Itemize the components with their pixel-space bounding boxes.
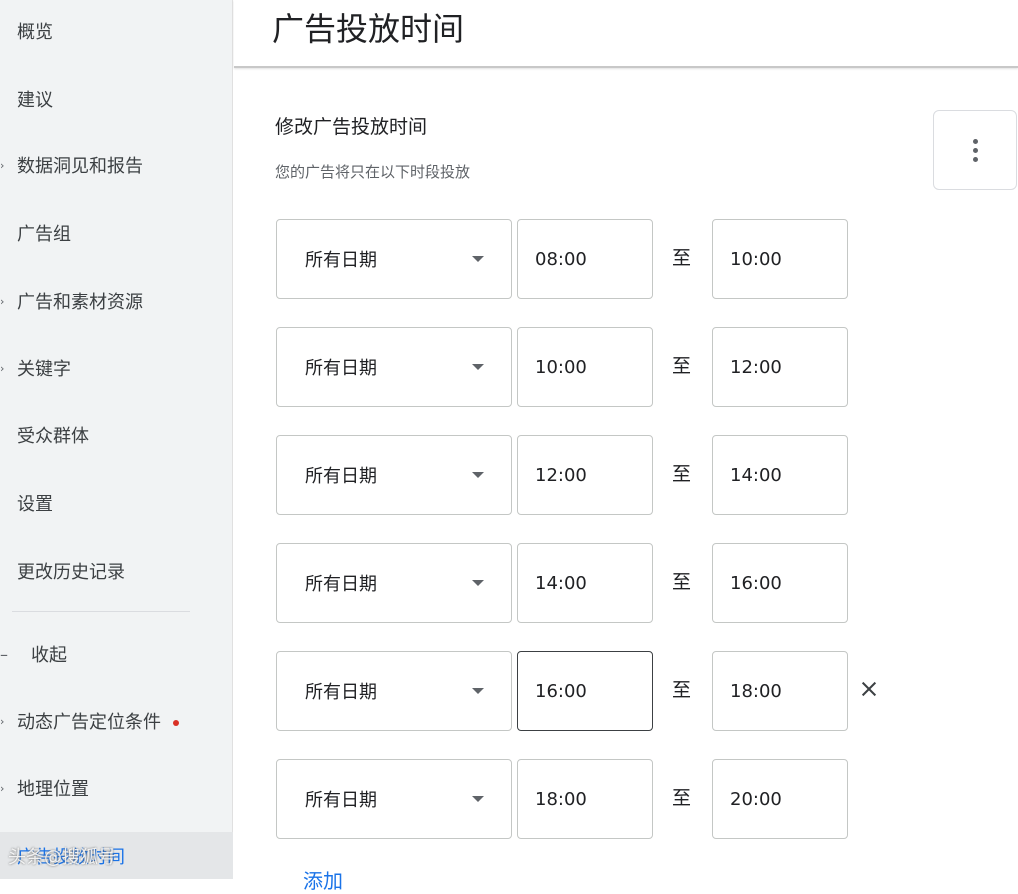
end-time-value: 18:00 xyxy=(730,680,782,702)
schedule-row: 所有日期 08:00 至 10:00 xyxy=(0,219,1018,299)
sidebar-item-ad-schedule[interactable]: 广告投放时间 xyxy=(0,832,233,879)
dropdown-arrow-icon xyxy=(472,688,484,694)
day-select-value: 所有日期 xyxy=(305,574,377,595)
end-time-field[interactable]: 20:00 xyxy=(712,759,848,839)
schedule-row: 所有日期 14:00 至 16:00 xyxy=(0,543,1018,623)
day-select-value: 所有日期 xyxy=(305,250,377,271)
end-time-value: 10:00 xyxy=(730,248,782,270)
to-label: 至 xyxy=(672,787,692,809)
start-time-field[interactable]: 16:00 xyxy=(517,651,653,731)
end-time-field[interactable]: 18:00 xyxy=(712,651,848,731)
dropdown-arrow-icon xyxy=(472,796,484,802)
day-select-value: 所有日期 xyxy=(305,466,377,487)
schedule-row: 所有日期 18:00 至 20:00 xyxy=(0,759,1018,839)
end-time-value: 14:00 xyxy=(730,464,782,486)
to-label: 至 xyxy=(672,355,692,377)
dropdown-arrow-icon xyxy=(472,580,484,586)
day-select[interactable]: 所有日期 xyxy=(276,543,512,623)
more-options-button[interactable] xyxy=(933,110,1017,190)
dropdown-arrow-icon xyxy=(472,472,484,478)
day-select[interactable]: 所有日期 xyxy=(276,219,512,299)
start-time-field[interactable]: 14:00 xyxy=(517,543,653,623)
dropdown-arrow-icon xyxy=(472,256,484,262)
schedule-row: 所有日期 10:00 至 12:00 xyxy=(0,327,1018,407)
start-time-field[interactable]: 10:00 xyxy=(517,327,653,407)
start-time-value: 08:00 xyxy=(535,248,587,270)
sidebar-item-label: 建议 xyxy=(17,90,53,111)
schedule-row: 所有日期 12:00 至 14:00 xyxy=(0,435,1018,515)
end-time-value: 16:00 xyxy=(730,572,782,594)
day-select-value: 所有日期 xyxy=(305,790,377,811)
chevron-right-icon: › xyxy=(0,158,5,172)
start-time-field[interactable]: 08:00 xyxy=(517,219,653,299)
end-time-value: 20:00 xyxy=(730,788,782,810)
day-select-value: 所有日期 xyxy=(305,682,377,703)
sidebar-item-recommendations[interactable]: 建议 xyxy=(0,79,233,119)
day-select[interactable]: 所有日期 xyxy=(276,651,512,731)
dropdown-arrow-icon xyxy=(472,364,484,370)
schedule-row: 所有日期 16:00 至 18:00 xyxy=(0,651,1018,731)
sidebar-item-label: 概览 xyxy=(17,22,53,43)
more-vert-icon xyxy=(972,138,978,162)
to-label: 至 xyxy=(672,679,692,701)
start-time-value: 18:00 xyxy=(535,788,587,810)
start-time-value: 10:00 xyxy=(535,356,587,378)
start-time-field[interactable]: 12:00 xyxy=(517,435,653,515)
day-select[interactable]: 所有日期 xyxy=(276,327,512,407)
sidebar-item-overview[interactable]: 概览 xyxy=(0,11,233,51)
sidebar-item-insights-reports[interactable]: › 数据洞见和报告 xyxy=(0,145,233,185)
start-time-value: 12:00 xyxy=(535,464,587,486)
add-time-slot-link[interactable]: 添加 xyxy=(303,865,343,894)
end-time-field[interactable]: 10:00 xyxy=(712,219,848,299)
start-time-value: 16:00 xyxy=(535,680,587,702)
end-time-field[interactable]: 12:00 xyxy=(712,327,848,407)
section-title: 修改广告投放时间 xyxy=(275,116,428,138)
end-time-field[interactable]: 16:00 xyxy=(712,543,848,623)
day-select[interactable]: 所有日期 xyxy=(276,759,512,839)
end-time-field[interactable]: 14:00 xyxy=(712,435,848,515)
day-select-value: 所有日期 xyxy=(305,358,377,379)
to-label: 至 xyxy=(672,571,692,593)
page-title: 广告投放时间 xyxy=(272,10,465,48)
end-time-value: 12:00 xyxy=(730,356,782,378)
page-header: 广告投放时间 xyxy=(234,0,1018,68)
sidebar-item-label: 广告投放时间 xyxy=(17,846,125,868)
start-time-field[interactable]: 18:00 xyxy=(517,759,653,839)
day-select[interactable]: 所有日期 xyxy=(276,435,512,515)
to-label: 至 xyxy=(672,463,692,485)
sidebar-item-label: 数据洞见和报告 xyxy=(17,156,143,177)
section-subtitle: 您的广告将只在以下时段投放 xyxy=(275,163,471,181)
remove-row-icon[interactable] xyxy=(858,678,880,700)
start-time-value: 14:00 xyxy=(535,572,587,594)
to-label: 至 xyxy=(672,247,692,269)
